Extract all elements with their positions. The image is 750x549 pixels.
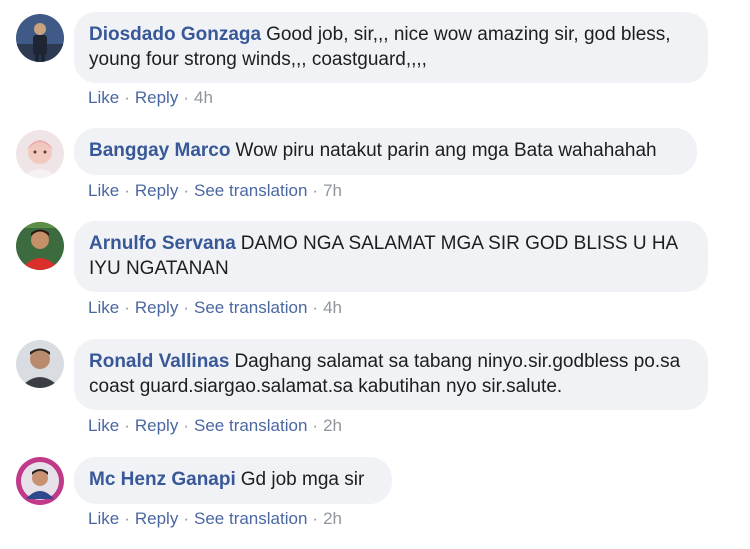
timestamp[interactable]: 2h (323, 509, 342, 528)
avatar[interactable] (16, 14, 64, 62)
comment-author[interactable]: Diosdado Gonzaga (89, 24, 261, 45)
comment-author[interactable]: Arnulfo Servana (89, 233, 236, 254)
profile-photo-icon (16, 457, 64, 505)
avatar[interactable] (16, 340, 64, 388)
avatar[interactable] (16, 457, 64, 505)
comment-bubble: Banggay Marco Wow piru natakut parin ang … (74, 128, 697, 175)
separator: · (124, 181, 130, 200)
separator: · (124, 298, 130, 317)
timestamp[interactable]: 2h (323, 416, 342, 435)
separator: · (183, 509, 189, 528)
see-translation-link[interactable]: See translation (194, 298, 307, 317)
timestamp[interactable]: 7h (323, 181, 342, 200)
like-link[interactable]: Like (88, 416, 119, 435)
like-link[interactable]: Like (88, 298, 119, 317)
see-translation-link[interactable]: See translation (194, 416, 307, 435)
separator: · (312, 298, 319, 317)
avatar[interactable] (16, 130, 64, 178)
comment-text: Wow piru natakut parin ang mga Bata waha… (235, 140, 657, 161)
reply-link[interactable]: Reply (135, 181, 178, 200)
separator: · (312, 181, 319, 200)
profile-photo-icon (16, 14, 64, 62)
reply-link[interactable]: Reply (135, 298, 178, 317)
comment-author[interactable]: Banggay Marco (89, 140, 230, 161)
reply-link[interactable]: Reply (135, 416, 178, 435)
reply-link[interactable]: Reply (135, 509, 178, 528)
separator: · (183, 298, 189, 317)
separator: · (312, 509, 319, 528)
comment-bubble: Ronald Vallinas Daghang salamat sa tabang… (74, 339, 708, 410)
comment-actions: Like · Reply · See translation · 7h (88, 181, 342, 201)
see-translation-link[interactable]: See translation (194, 509, 307, 528)
see-translation-link[interactable]: See translation (194, 181, 307, 200)
comment-author[interactable]: Mc Henz Ganapi (89, 469, 236, 490)
comment-actions: Like · Reply · 4h (88, 88, 213, 108)
comment-actions: Like · Reply · See translation · 2h (88, 509, 342, 529)
separator: · (124, 88, 130, 107)
comment-list: Diosdado Gonzaga Good job, sir,,, nice wo… (0, 0, 750, 549)
comment-bubble: Mc Henz Ganapi Gd job mga sir (74, 457, 392, 504)
profile-photo-icon (16, 130, 64, 178)
separator: · (183, 416, 189, 435)
separator: · (183, 181, 189, 200)
comment-text: Gd job mga sir (240, 469, 365, 490)
comment-bubble: Diosdado Gonzaga Good job, sir,,, nice wo… (74, 12, 708, 83)
comment-bubble: Arnulfo Servana DAMO NGA SALAMAT MGA SIR … (74, 221, 708, 292)
comment-author[interactable]: Ronald Vallinas (89, 351, 229, 372)
separator: · (124, 509, 130, 528)
separator: · (183, 88, 189, 107)
like-link[interactable]: Like (88, 181, 119, 200)
profile-photo-icon (16, 222, 64, 270)
timestamp[interactable]: 4h (194, 88, 213, 107)
comment-actions: Like · Reply · See translation · 2h (88, 416, 342, 436)
separator: · (124, 416, 130, 435)
like-link[interactable]: Like (88, 509, 119, 528)
profile-photo-icon (16, 340, 64, 388)
comment-actions: Like · Reply · See translation · 4h (88, 298, 342, 318)
reply-link[interactable]: Reply (135, 88, 178, 107)
avatar[interactable] (16, 222, 64, 270)
timestamp[interactable]: 4h (323, 298, 342, 317)
separator: · (312, 416, 319, 435)
like-link[interactable]: Like (88, 88, 119, 107)
